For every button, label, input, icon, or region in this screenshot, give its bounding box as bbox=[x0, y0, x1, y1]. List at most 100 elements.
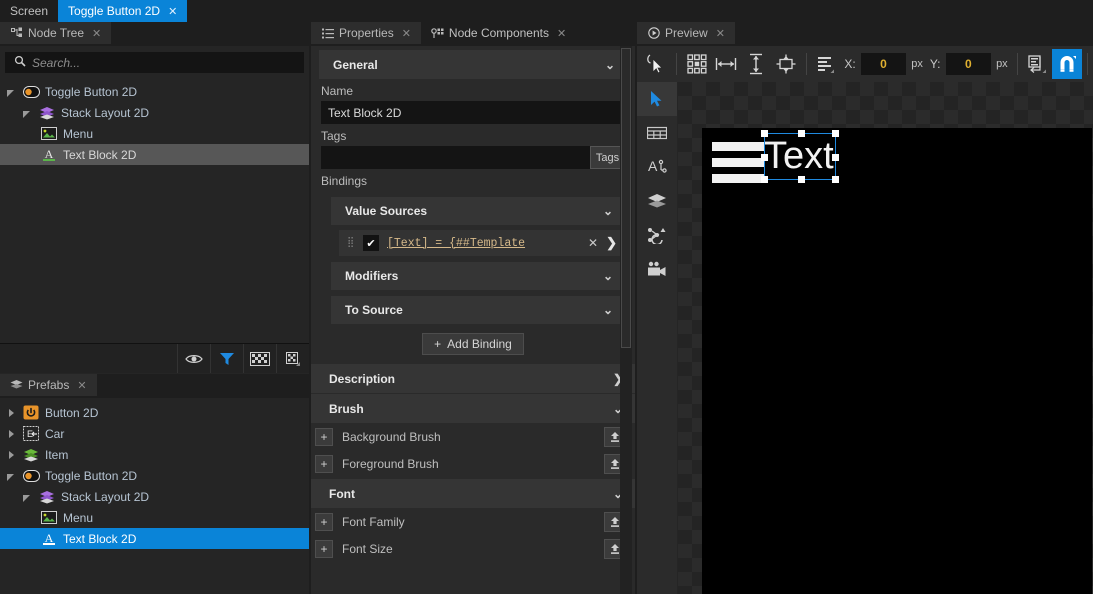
table-grid-icon[interactable] bbox=[637, 116, 677, 150]
tree-row-toggle-button-2d[interactable]: Toggle Button 2D bbox=[0, 81, 309, 102]
resize-handle-n[interactable] bbox=[798, 130, 805, 137]
prefab-row-toggle-button-2d[interactable]: Toggle Button 2D bbox=[0, 465, 309, 486]
prefab-row-stack-layout-2d[interactable]: Stack Layout 2D bbox=[0, 486, 309, 507]
name-input[interactable]: Text Block 2D bbox=[321, 101, 625, 124]
prefab-row-menu[interactable]: Menu bbox=[0, 507, 309, 528]
window-tab-screen[interactable]: Screen bbox=[0, 0, 58, 22]
prefab-row-label: Stack Layout 2D bbox=[61, 490, 149, 504]
resize-vertical-icon[interactable] bbox=[741, 49, 771, 79]
add-property-icon[interactable]: + bbox=[315, 455, 333, 473]
close-icon[interactable]: ✕ bbox=[168, 5, 177, 18]
car-icon: E bbox=[22, 426, 40, 442]
close-icon[interactable]: ✕ bbox=[557, 27, 566, 40]
tree-row-text-block-2d[interactable]: A Text Block 2D bbox=[0, 144, 309, 165]
chevron-down-icon[interactable]: ⌄ bbox=[605, 58, 615, 72]
section-general[interactable]: General ⌄ bbox=[319, 50, 627, 79]
expand-arrow-icon[interactable] bbox=[22, 491, 33, 502]
tab-prefabs[interactable]: Prefabs ✕ bbox=[0, 374, 97, 396]
x-input[interactable]: 0 bbox=[861, 53, 907, 75]
resize-handle-se[interactable] bbox=[832, 176, 839, 183]
preview-canvas[interactable]: Text bbox=[678, 82, 1093, 594]
tree-row-stack-layout-2d[interactable]: Stack Layout 2D bbox=[0, 102, 309, 123]
add-property-icon[interactable]: + bbox=[315, 540, 333, 558]
binding-checkbox[interactable]: ✔ bbox=[363, 235, 379, 251]
tab-node-tree[interactable]: Node Tree ✕ bbox=[0, 22, 111, 44]
tree-row-label: Menu bbox=[63, 127, 93, 141]
property-row-foreground-brush: + Foreground Brush bbox=[311, 451, 635, 477]
chevron-right-icon[interactable]: ❯ bbox=[606, 235, 617, 251]
magnet-snap-icon[interactable] bbox=[1052, 49, 1082, 79]
section-description[interactable]: Description ❯ bbox=[311, 364, 635, 393]
expand-arrow-icon[interactable] bbox=[6, 449, 17, 460]
window-tab-toggle-button-2d[interactable]: Toggle Button 2D ✕ bbox=[58, 0, 187, 22]
y-unit: px bbox=[996, 58, 1008, 70]
close-icon[interactable]: ✕ bbox=[588, 236, 598, 250]
preview-stage[interactable]: Text bbox=[702, 128, 1092, 594]
node-graph-icon[interactable] bbox=[637, 218, 677, 252]
prefab-row-car[interactable]: E Car bbox=[0, 423, 309, 444]
section-brush[interactable]: Brush ⌄ bbox=[311, 394, 635, 423]
tab-label: Node Tree bbox=[28, 26, 84, 40]
add-property-icon[interactable]: + bbox=[315, 428, 333, 446]
fit-content-icon[interactable] bbox=[771, 49, 801, 79]
tab-preview[interactable]: Preview ✕ bbox=[637, 22, 735, 44]
toolbar-separator bbox=[806, 53, 807, 75]
prefab-row-button-2d[interactable]: Button 2D bbox=[0, 402, 309, 423]
cursor-pick-icon[interactable] bbox=[641, 49, 671, 79]
select-arrow-icon[interactable] bbox=[637, 82, 677, 116]
prefab-row-item[interactable]: Item bbox=[0, 444, 309, 465]
resize-handle-ne[interactable] bbox=[832, 130, 839, 137]
grid-checker-icon[interactable] bbox=[243, 344, 276, 373]
search-input[interactable]: Search... bbox=[5, 52, 304, 73]
section-to-source[interactable]: To Source ⌄ bbox=[331, 296, 625, 324]
resize-horizontal-icon[interactable] bbox=[711, 49, 741, 79]
resize-handle-w[interactable] bbox=[761, 154, 768, 161]
expand-arrow-icon[interactable] bbox=[6, 407, 17, 418]
tags-input[interactable] bbox=[321, 146, 590, 169]
camera-icon[interactable] bbox=[637, 252, 677, 286]
resize-handle-s[interactable] bbox=[798, 176, 805, 183]
tab-node-components[interactable]: Node Components ✕ bbox=[421, 22, 576, 44]
add-binding-button[interactable]: + Add Binding bbox=[422, 333, 524, 355]
close-icon[interactable]: ✕ bbox=[402, 27, 411, 40]
properties-scrollbar-thumb[interactable] bbox=[621, 48, 631, 348]
add-property-icon[interactable]: + bbox=[315, 513, 333, 531]
resize-handle-nw[interactable] bbox=[761, 130, 768, 137]
close-icon[interactable]: ✕ bbox=[716, 27, 725, 40]
prefab-row-label: Menu bbox=[63, 511, 93, 525]
drag-handle-icon[interactable]: ⣿ bbox=[347, 239, 355, 247]
left-column: Node Tree ✕ Search... bbox=[0, 22, 309, 594]
y-input[interactable]: 0 bbox=[946, 53, 992, 75]
expand-arrow-icon[interactable] bbox=[22, 107, 33, 118]
align-grid-icon[interactable] bbox=[682, 49, 712, 79]
layout-options-icon[interactable] bbox=[1023, 49, 1053, 79]
filter-funnel-icon[interactable] bbox=[210, 344, 243, 373]
chevron-down-icon[interactable]: ⌄ bbox=[603, 269, 613, 283]
chevron-down-icon[interactable]: ⌄ bbox=[603, 204, 613, 218]
tree-row-label: Toggle Button 2D bbox=[45, 85, 137, 99]
tab-properties[interactable]: Properties ✕ bbox=[311, 22, 421, 44]
expand-arrow-icon[interactable] bbox=[6, 470, 17, 481]
resize-handle-e[interactable] bbox=[832, 154, 839, 161]
align-text-icon[interactable] bbox=[812, 49, 842, 79]
close-icon[interactable]: ✕ bbox=[77, 379, 86, 392]
section-value-sources[interactable]: Value Sources ⌄ bbox=[331, 197, 625, 225]
prefab-row-label: Toggle Button 2D bbox=[45, 469, 137, 483]
chevron-down-icon[interactable]: ⌄ bbox=[603, 303, 613, 317]
visibility-eye-icon[interactable] bbox=[177, 344, 210, 373]
section-modifiers[interactable]: Modifiers ⌄ bbox=[331, 262, 625, 290]
binding-row[interactable]: ⣿ ✔ [Text] = {##Template ✕ ❯ bbox=[339, 230, 625, 256]
options-checker-icon[interactable] bbox=[276, 344, 309, 373]
expand-arrow-icon[interactable] bbox=[6, 86, 17, 97]
binding-expression[interactable]: [Text] = {##Template bbox=[387, 237, 580, 250]
close-icon[interactable]: ✕ bbox=[92, 27, 101, 40]
layers-tool-icon[interactable] bbox=[637, 184, 677, 218]
property-label: Font Size bbox=[342, 542, 595, 556]
expand-arrow-icon[interactable] bbox=[6, 428, 17, 439]
text-tool-icon[interactable]: A bbox=[637, 150, 677, 184]
prefab-row-text-block-2d[interactable]: A Text Block 2D bbox=[0, 528, 309, 549]
section-font[interactable]: Font ⌄ bbox=[311, 479, 635, 508]
resize-handle-sw[interactable] bbox=[761, 176, 768, 183]
tree-row-menu[interactable]: Menu bbox=[0, 123, 309, 144]
node-tree-body: Search... Toggle Button 2D bbox=[0, 46, 309, 373]
